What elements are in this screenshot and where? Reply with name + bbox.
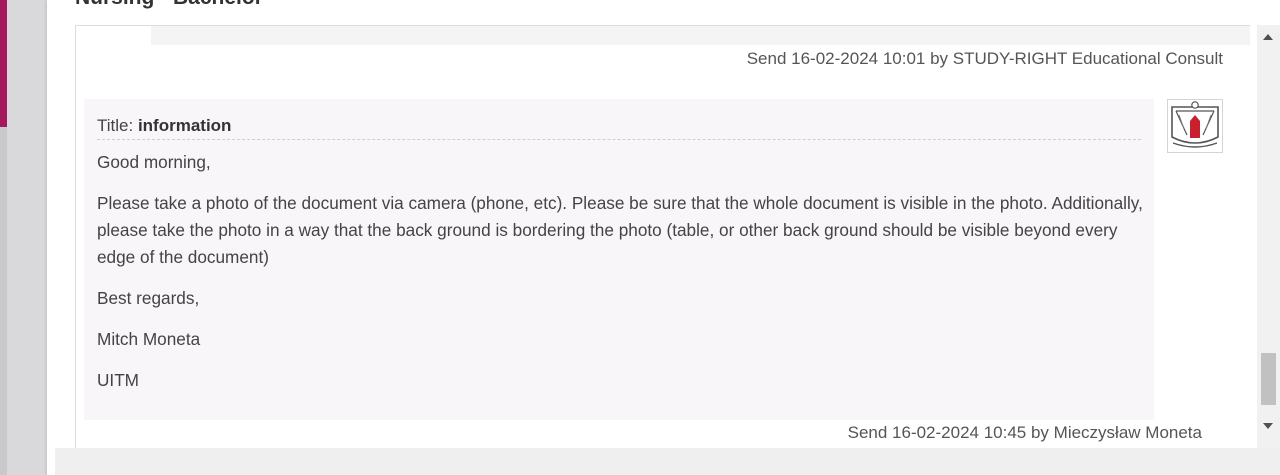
message-closing: Best regards, xyxy=(97,288,200,308)
message-signature-name: Mitch Moneta xyxy=(97,329,201,349)
thread-scrollbar[interactable] xyxy=(1257,25,1280,450)
left-side-strip xyxy=(0,127,7,475)
reply-area-bar xyxy=(55,448,1280,475)
previous-message-sent-info: Send 16-02-2024 10:01 by STUDY-RIGHT Edu… xyxy=(746,49,1223,68)
main-panel: Nursing - Bachelor Send 16-02-2024 10:01… xyxy=(47,0,1280,475)
scrollbar-thumb[interactable] xyxy=(1261,353,1276,405)
message-signature-org: UITM xyxy=(97,370,140,390)
message-greeting: Good morning, xyxy=(97,152,211,172)
scroll-down-arrow-icon[interactable] xyxy=(1263,423,1273,429)
message-title-label: Title: xyxy=(97,116,134,135)
message-card: Title: information Good morning, Please … xyxy=(84,99,1154,420)
page-title: Nursing - Bachelor xyxy=(75,0,263,10)
left-accent-bar xyxy=(0,0,7,127)
previous-message-card xyxy=(151,26,1250,45)
message-title-row: Title: information xyxy=(97,116,1141,140)
scroll-up-arrow-icon[interactable] xyxy=(1263,34,1273,40)
message-paragraph: Please take a photo of the document via … xyxy=(97,193,1143,267)
message-sent-info: Send 16-02-2024 10:45 by Mieczysław Mone… xyxy=(847,423,1202,442)
message-thread[interactable]: Send 16-02-2024 10:01 by STUDY-RIGHT Edu… xyxy=(75,25,1250,451)
message-title-value: information xyxy=(137,116,232,135)
message-body: Good morning, Please take a photo of the… xyxy=(97,149,1147,408)
university-crest-icon xyxy=(1167,99,1223,153)
